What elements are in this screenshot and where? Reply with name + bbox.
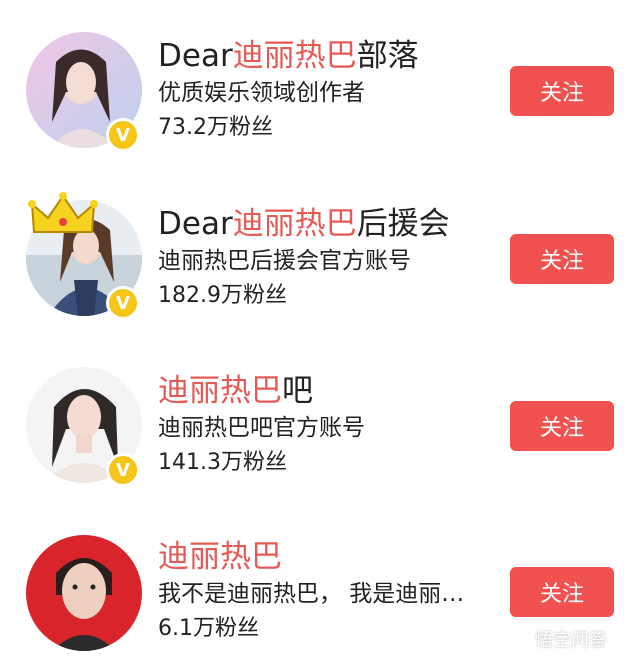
verified-badge-icon: V: [106, 453, 140, 487]
name-prefix: Dear: [158, 206, 233, 242]
name-highlight: 迪丽热巴: [232, 206, 357, 242]
avatar[interactable]: [26, 535, 142, 651]
fan-count: 73.2万粉丝: [158, 115, 273, 140]
name-highlight: 迪丽热巴: [232, 38, 357, 74]
wukong-logo-icon: [505, 626, 531, 652]
account-description: 迪丽热巴后援会官方账号: [158, 248, 411, 274]
account-description: 优质娱乐领域创作者: [158, 80, 365, 106]
watermark-text: 悟空问答: [535, 630, 607, 651]
fan-count: 182.9万粉丝: [158, 283, 287, 308]
fan-count: 141.3万粉丝: [158, 450, 287, 475]
account-row-1[interactable]: V Dear迪丽热巴部落 优质娱乐领域创作者 73.2万粉丝 关注: [0, 32, 640, 162]
account-row-3[interactable]: V 迪丽热巴吧 迪丽热巴吧官方账号 141.3万粉丝 关注: [0, 367, 640, 497]
fan-count: 6.1万粉丝: [158, 616, 259, 641]
follow-button[interactable]: 关注: [510, 567, 614, 617]
name-highlight: 迪丽热巴: [158, 539, 282, 575]
account-name[interactable]: 迪丽热巴吧: [158, 373, 313, 409]
account-name[interactable]: Dear迪丽热巴后援会: [158, 206, 450, 242]
crown-sticker-icon: [28, 192, 98, 233]
account-row-2[interactable]: V Dear迪丽热巴后援会 迪丽热巴后援会官方账号 182.9万粉丝 关注: [0, 192, 640, 330]
account-name[interactable]: 迪丽热巴: [158, 539, 282, 575]
name-suffix: 后援会: [356, 206, 450, 242]
account-description: 我不是迪丽热巴， 我是迪丽…: [158, 581, 465, 607]
verified-badge-icon: V: [106, 286, 140, 320]
account-description: 迪丽热巴吧官方账号: [158, 415, 365, 441]
wukong-watermark: 悟空问答: [505, 624, 607, 654]
name-suffix: 吧: [282, 373, 313, 409]
name-prefix: Dear: [158, 38, 233, 74]
name-highlight: 迪丽热巴: [158, 373, 282, 409]
avatar-photo: [26, 535, 142, 651]
follow-button[interactable]: 关注: [510, 234, 614, 284]
name-suffix: 部落: [356, 38, 419, 74]
account-name[interactable]: Dear迪丽热巴部落: [158, 38, 419, 74]
follow-button[interactable]: 关注: [510, 66, 614, 116]
verified-badge-icon: V: [106, 118, 140, 152]
follow-button[interactable]: 关注: [510, 401, 614, 451]
